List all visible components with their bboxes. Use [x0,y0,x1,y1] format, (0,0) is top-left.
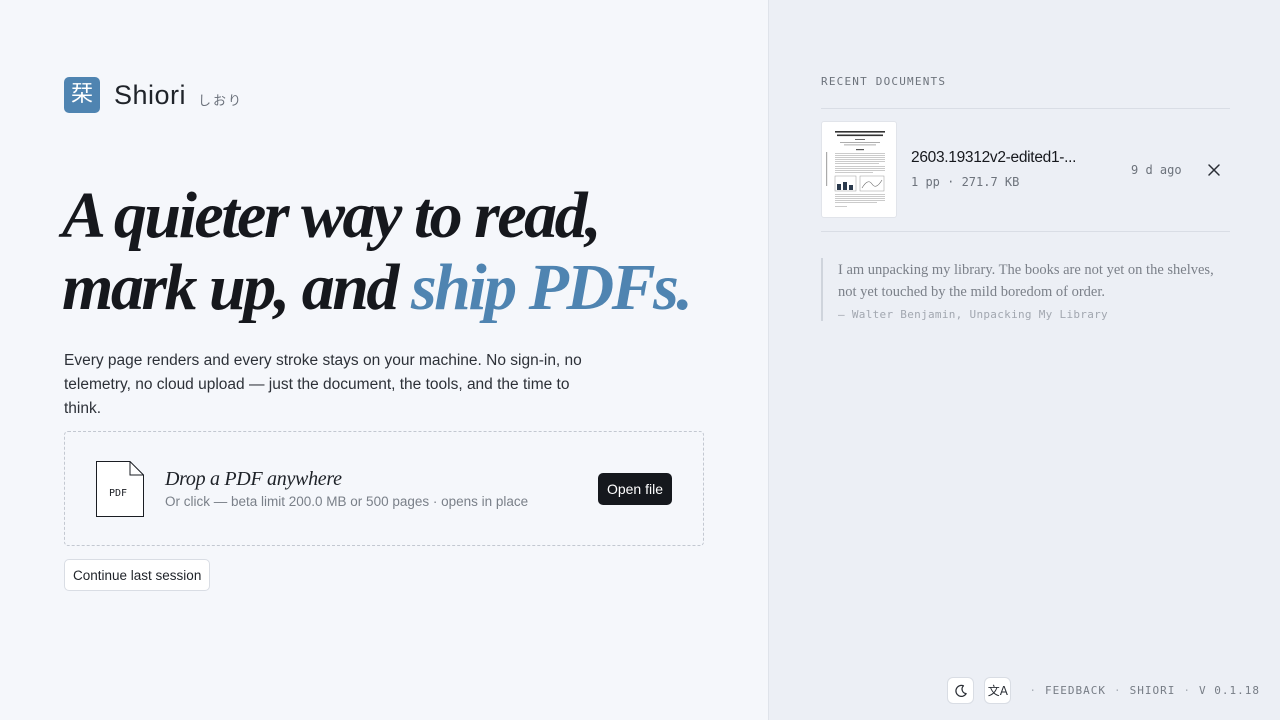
headline-line-1: A quieter way to read, [62,179,602,252]
page-headline: A quieter way to read, mark up, and ship… [62,180,752,324]
pdf-dropzone[interactable]: PDF Drop a PDF anywhere Or click — beta … [64,431,704,546]
separator: · [1029,684,1038,697]
dropzone-title: Drop a PDF anywhere [165,468,342,490]
open-file-button[interactable]: Open file [597,473,672,505]
pdf-icon-label: PDF [108,488,128,499]
recent-documents-heading: RECENT DOCUMENTS [821,75,947,88]
brand-logo: 栞 [64,77,100,113]
document-age: 9 d ago [1131,163,1182,177]
document-name[interactable]: 2603.19312v2-edited1-... [911,149,1076,167]
separator: · [1114,684,1122,697]
feedback-link[interactable]: FEEDBACK [1045,684,1106,697]
app-name: SHIORI [1129,684,1176,697]
app-version: V 0.1.18 [1199,684,1260,697]
translate-icon[interactable]: 文A [984,677,1012,704]
divider [821,231,1230,232]
brand: 栞 Shiori しおり [64,77,243,113]
divider [821,108,1230,109]
brand-kana: しおり [198,93,244,109]
dropzone-subtitle: Or click — beta limit 200.0 MB or 500 pa… [165,494,529,509]
quote-text: I am unpacking my library. The books are… [838,262,1214,300]
recent-document-item[interactable]: 2603.19312v2-edited1-... 1 pp · 271.7 KB… [821,121,1230,219]
recent-panel: RECENT DOCUMENTS 2603.19312v2-edited1-..… [768,0,1280,720]
headline-accent: ship PDFs. [410,251,693,324]
document-meta: 1 pp · 271.7 KB [911,175,1020,189]
continue-session-button[interactable]: Continue last session [64,559,211,591]
pdf-file-icon: PDF [96,461,144,517]
brand-name: Shiori [114,79,187,110]
landing-panel: 栞 Shiori しおり A quieter way to read, mark… [0,0,768,720]
document-thumbnail [821,121,897,218]
separator: · [1183,684,1192,697]
moon-icon[interactable] [947,677,975,704]
close-icon[interactable] [1205,161,1223,179]
intro-text: Every page renders and every stroke stay… [64,352,582,417]
footer: 文A · FEEDBACK · SHIORI · V 0.1.18 [947,677,1260,704]
headline-line-2: mark up, and [62,251,411,324]
quote-citation: — Walter Benjamin, Unpacking My Library [838,308,1108,321]
literary-quote: I am unpacking my library. The books are… [821,258,1230,321]
